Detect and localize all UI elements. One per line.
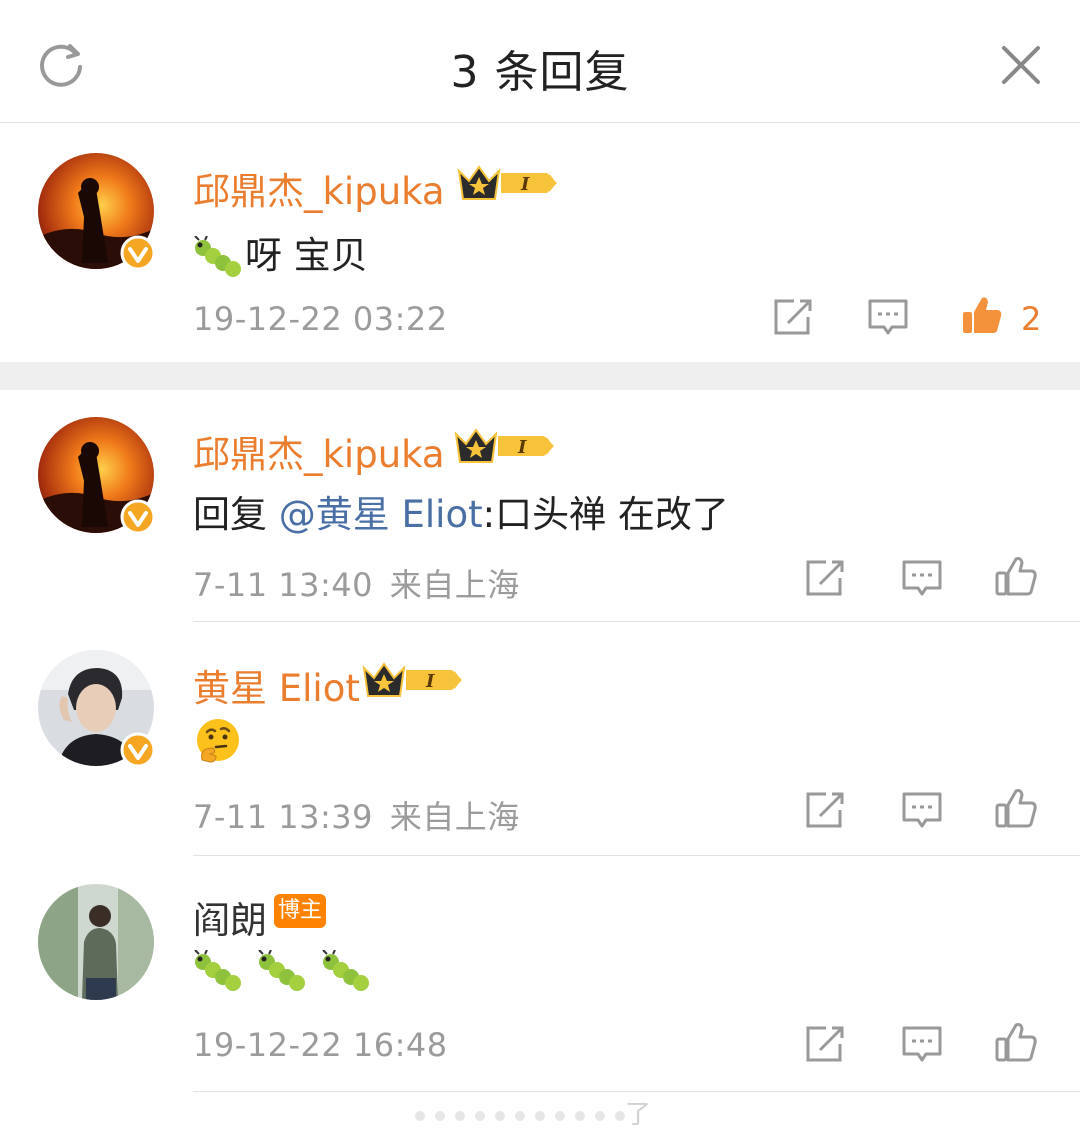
comment-icon[interactable] <box>866 295 910 339</box>
mention-link[interactable]: @黄星 Eliot <box>279 493 483 536</box>
share-icon[interactable] <box>804 1022 848 1066</box>
sheet-header: 3 条回复 <box>0 0 1080 123</box>
comment-text: 回复 @黄星 Eliot:口头禅 在改了 <box>193 484 729 538</box>
comment-text <box>193 948 373 994</box>
main-comment: 邱鼎杰_kipuka I 呀 宝贝 19-12-22 03:22 2 <box>0 123 1080 361</box>
comment-location: 来自上海 <box>389 566 520 604</box>
comment-icon[interactable] <box>900 788 944 832</box>
comment-time: 19-12-22 03:22 <box>193 300 448 338</box>
caterpillar-emoji-icon <box>321 949 369 991</box>
comment-meta: 7-11 13:39 来自上海 <box>193 792 520 838</box>
like-icon[interactable] <box>994 554 1038 598</box>
avatar[interactable] <box>38 153 156 271</box>
replies-sheet: 3 条回复 邱鼎杰_kipuka I 呀 宝贝 19-12-22 03:22 2… <box>0 0 1080 1136</box>
close-icon[interactable] <box>996 40 1046 90</box>
caterpillar-emoji-icon <box>194 949 241 991</box>
comment-time: 7-11 13:39 <box>193 798 374 836</box>
footer-hint: 了 <box>415 1094 651 1131</box>
comment-meta: 7-11 13:40 来自上海 <box>193 560 520 606</box>
reply-item: 黄星 Eliot I 7-11 13:39 来自上海 <box>0 622 1080 856</box>
caterpillar-emoji-icon <box>194 235 241 277</box>
vip-crown-icon: I <box>362 662 462 697</box>
username[interactable]: 邱鼎杰_kipuka <box>193 161 445 215</box>
share-icon[interactable] <box>804 556 848 600</box>
blogger-badge: 博主 <box>274 894 326 928</box>
avatar[interactable] <box>38 417 156 535</box>
username[interactable]: 邱鼎杰_kipuka <box>193 424 445 478</box>
comment-text-content: 口头禅 在改了 <box>495 493 729 536</box>
comment-time: 19-12-22 16:48 <box>193 1026 448 1064</box>
verified-badge-icon <box>120 732 156 768</box>
footer-hint-text: 了 <box>625 1100 652 1130</box>
like-icon[interactable] <box>994 1020 1038 1064</box>
share-icon[interactable] <box>772 295 816 339</box>
reply-item: 阎朗 博主 19-12-22 16:48 <box>0 856 1080 1092</box>
like-icon-active[interactable] <box>960 293 1004 337</box>
svg-text:I: I <box>520 174 530 195</box>
sheet-title: 3 条回复 <box>450 47 630 98</box>
avatar[interactable] <box>38 884 154 1000</box>
like-icon[interactable] <box>994 786 1038 830</box>
reply-prefix: 回复 <box>193 493 267 536</box>
avatar[interactable] <box>38 650 156 768</box>
like-count: 2 <box>1021 300 1042 338</box>
reply-item: 邱鼎杰_kipuka I 回复 @黄星 Eliot:口头禅 在改了 7-11 1… <box>0 390 1080 622</box>
divider <box>193 1091 1080 1092</box>
comment-text: 呀 宝贝 <box>193 225 368 280</box>
thinking-face-emoji-icon <box>197 719 239 763</box>
username[interactable]: 阎朗 <box>193 890 267 944</box>
colon: : <box>482 493 496 536</box>
comment-location: 来自上海 <box>389 798 520 836</box>
svg-text:I: I <box>517 437 527 458</box>
comment-text-content: 呀 宝贝 <box>245 234 368 277</box>
comment-icon[interactable] <box>900 556 944 600</box>
section-divider <box>0 362 1080 390</box>
verified-badge-icon <box>120 235 156 271</box>
vip-crown-icon: I <box>457 165 557 200</box>
share-icon[interactable] <box>804 788 848 832</box>
comment-icon[interactable] <box>900 1022 944 1066</box>
svg-text:I: I <box>425 671 435 692</box>
verified-badge-icon <box>120 499 156 535</box>
vip-crown-icon: I <box>454 428 554 463</box>
username[interactable]: 黄星 Eliot <box>193 658 360 712</box>
caterpillar-emoji-icon <box>258 949 305 991</box>
comment-time: 7-11 13:40 <box>193 566 374 604</box>
